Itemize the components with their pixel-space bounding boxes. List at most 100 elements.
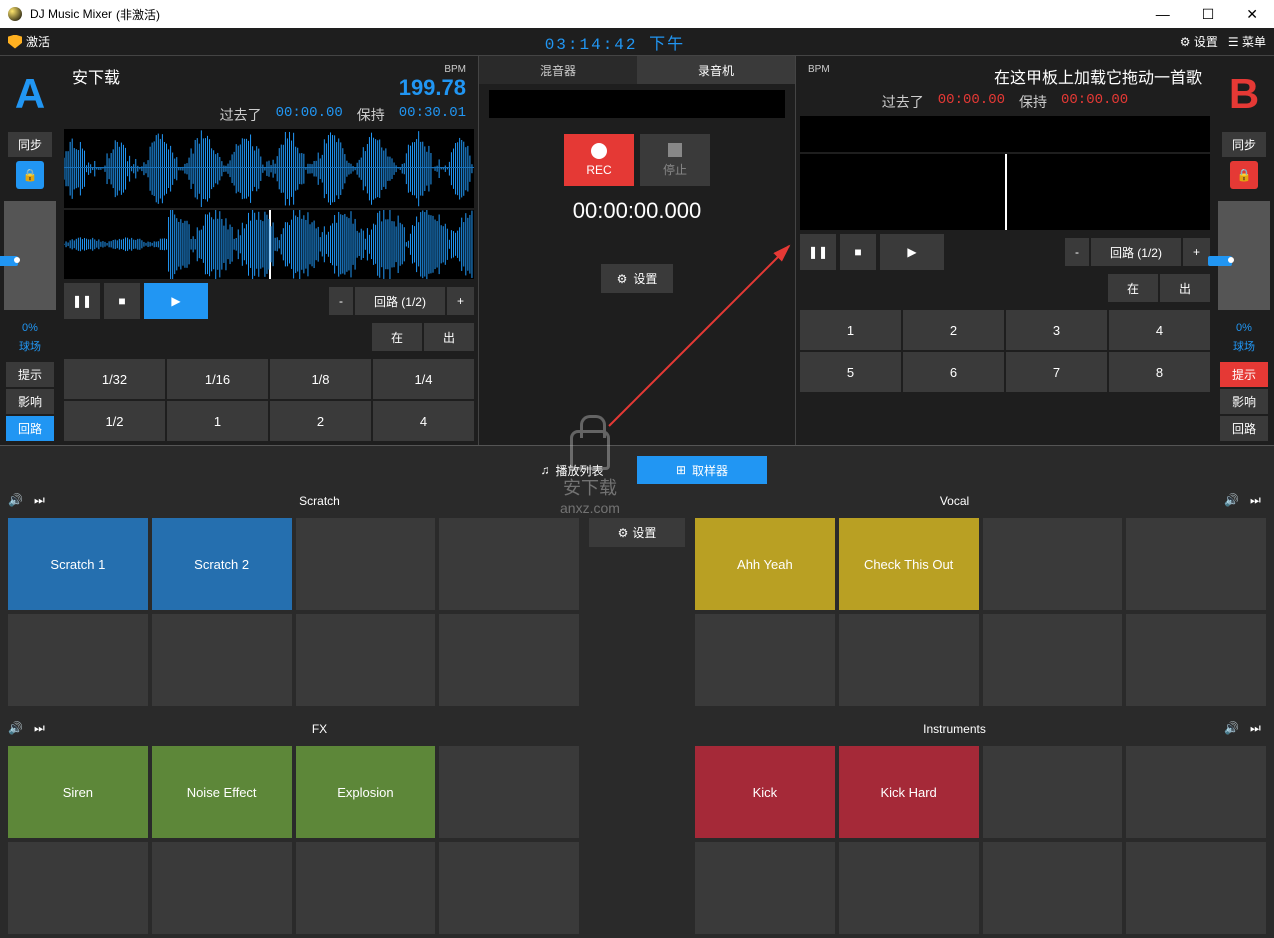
deck-a-loop-grid-6[interactable]: 2 <box>270 401 371 441</box>
deck-b-loop-minus[interactable]: - <box>1065 238 1089 266</box>
deck-b-fx-button[interactable]: 影响 <box>1220 389 1268 414</box>
pad-empty[interactable] <box>1126 746 1266 838</box>
speaker-icon[interactable]: 🔊 <box>1224 721 1240 737</box>
deck-b-lock-button[interactable]: 🔒 <box>1230 161 1258 189</box>
settings-button[interactable]: ⚙ 设置 <box>1180 33 1218 50</box>
pad-siren[interactable]: Siren <box>8 746 148 838</box>
deck-b-loop-in[interactable]: 在 <box>1108 274 1158 302</box>
pad-empty[interactable] <box>983 614 1123 706</box>
deck-a-loop-grid-4[interactable]: 1/2 <box>64 401 165 441</box>
speaker-icon[interactable]: 🔊 <box>8 721 24 737</box>
pad-empty[interactable] <box>695 614 835 706</box>
deck-a-loop-plus[interactable]: + <box>447 287 474 315</box>
deck-b-loop-button[interactable]: 回路 <box>1220 416 1268 441</box>
deck-b-cue-grid-2[interactable]: 3 <box>1006 310 1107 350</box>
pad-empty[interactable] <box>839 842 979 934</box>
pad-kick-hard[interactable]: Kick Hard <box>839 746 979 838</box>
pad-scratch-2[interactable]: Scratch 2 <box>152 518 292 610</box>
deck-a-loop-grid-2[interactable]: 1/8 <box>270 359 371 399</box>
pad-empty[interactable] <box>439 842 579 934</box>
skip-icon[interactable]: ⏭ <box>34 721 50 737</box>
deck-a-loop-grid-3[interactable]: 1/4 <box>373 359 474 399</box>
sampler-settings-button[interactable]: ⚙ 设置 <box>589 518 685 547</box>
pad-empty[interactable] <box>1126 842 1266 934</box>
maximize-button[interactable]: ☐ <box>1194 4 1223 25</box>
minimize-button[interactable]: — <box>1148 4 1178 25</box>
pad-empty[interactable] <box>983 518 1123 610</box>
deck-a-play-button[interactable]: ▶ <box>144 283 208 319</box>
deck-a-loop-grid-1[interactable]: 1/16 <box>167 359 268 399</box>
deck-a-loop-out[interactable]: 出 <box>424 323 474 351</box>
deck-a-loop-size[interactable]: 回路 (1/2) <box>355 287 445 315</box>
deck-a-sync-button[interactable]: 同步 <box>8 132 52 157</box>
deck-b-stop-button[interactable]: ■ <box>840 234 876 270</box>
pad-empty[interactable] <box>296 518 436 610</box>
deck-a-fx-button[interactable]: 影响 <box>6 389 54 414</box>
stop-record-button[interactable]: 停止 <box>640 134 710 186</box>
pad-empty[interactable] <box>839 614 979 706</box>
menu-button[interactable]: ☰ 菜单 <box>1228 33 1266 50</box>
pad-empty[interactable] <box>296 614 436 706</box>
pad-empty[interactable] <box>1126 518 1266 610</box>
sampler-tab[interactable]: ⊞ 取样器 <box>637 456 767 484</box>
deck-a-lock-button[interactable]: 🔒 <box>16 161 44 189</box>
playlist-tab[interactable]: ♫ 播放列表 <box>507 456 637 484</box>
deck-b-detail-waveform[interactable] <box>800 154 1210 230</box>
pad-empty[interactable] <box>983 842 1123 934</box>
pad-empty[interactable] <box>439 518 579 610</box>
deck-a-loop-grid-7[interactable]: 4 <box>373 401 474 441</box>
deck-b-overview-waveform[interactable] <box>800 116 1210 152</box>
deck-b-cue-button[interactable]: 提示 <box>1220 362 1268 387</box>
pad-noise[interactable]: Noise Effect <box>152 746 292 838</box>
pad-empty[interactable] <box>8 614 148 706</box>
deck-a-pause-button[interactable]: ❚❚ <box>64 283 100 319</box>
speaker-icon[interactable]: 🔊 <box>1224 493 1240 509</box>
pad-empty[interactable] <box>1126 614 1266 706</box>
deck-b-cue-grid-1[interactable]: 2 <box>903 310 1004 350</box>
deck-b-loop-out[interactable]: 出 <box>1160 274 1210 302</box>
deck-a-overview-waveform[interactable] <box>64 129 474 208</box>
skip-icon[interactable]: ⏭ <box>1250 493 1266 509</box>
deck-b-pause-button[interactable]: ❚❚ <box>800 234 836 270</box>
deck-b-play-button[interactable]: ▶ <box>880 234 944 270</box>
record-button[interactable]: REC <box>564 134 634 186</box>
pad-empty[interactable] <box>152 842 292 934</box>
deck-a-loop-minus[interactable]: - <box>329 287 353 315</box>
pad-empty[interactable] <box>296 842 436 934</box>
deck-a-stop-button[interactable]: ■ <box>104 283 140 319</box>
close-button[interactable]: ✕ <box>1238 4 1266 25</box>
deck-a-loop-button[interactable]: 回路 <box>6 416 54 441</box>
skip-icon[interactable]: ⏭ <box>1250 721 1266 737</box>
deck-b-cue-grid-7[interactable]: 8 <box>1109 352 1210 392</box>
recorder-tab[interactable]: 录音机 <box>637 56 795 84</box>
pad-scratch-1[interactable]: Scratch 1 <box>8 518 148 610</box>
deck-a-cue-button[interactable]: 提示 <box>6 362 54 387</box>
deck-a-detail-waveform[interactable] <box>64 210 474 279</box>
pad-kick[interactable]: Kick <box>695 746 835 838</box>
deck-b-pitch-slider[interactable] <box>1218 201 1270 310</box>
mixer-tab[interactable]: 混音器 <box>479 56 637 84</box>
deck-b-cue-grid-4[interactable]: 5 <box>800 352 901 392</box>
deck-b-cue-grid-6[interactable]: 7 <box>1006 352 1107 392</box>
pad-empty[interactable] <box>695 842 835 934</box>
deck-b-sync-button[interactable]: 同步 <box>1222 132 1266 157</box>
activate-button[interactable]: 激活 <box>8 33 50 50</box>
skip-icon[interactable]: ⏭ <box>34 493 50 509</box>
deck-a-pitch-slider[interactable] <box>4 201 56 310</box>
deck-b-loop-size[interactable]: 回路 (1/2) <box>1091 238 1181 266</box>
pad-empty[interactable] <box>152 614 292 706</box>
pad-ahh-yeah[interactable]: Ahh Yeah <box>695 518 835 610</box>
pad-check-this-out[interactable]: Check This Out <box>839 518 979 610</box>
pad-empty[interactable] <box>439 746 579 838</box>
speaker-icon[interactable]: 🔊 <box>8 493 24 509</box>
pad-explosion[interactable]: Explosion <box>296 746 436 838</box>
deck-b-cue-grid-3[interactable]: 4 <box>1109 310 1210 350</box>
deck-b-cue-grid-5[interactable]: 6 <box>903 352 1004 392</box>
deck-a-loop-grid-0[interactable]: 1/32 <box>64 359 165 399</box>
deck-a-loop-grid-5[interactable]: 1 <box>167 401 268 441</box>
pad-empty[interactable] <box>8 842 148 934</box>
deck-b-cue-grid-0[interactable]: 1 <box>800 310 901 350</box>
pad-empty[interactable] <box>439 614 579 706</box>
deck-b-loop-plus[interactable]: + <box>1183 238 1210 266</box>
deck-a-loop-in[interactable]: 在 <box>372 323 422 351</box>
